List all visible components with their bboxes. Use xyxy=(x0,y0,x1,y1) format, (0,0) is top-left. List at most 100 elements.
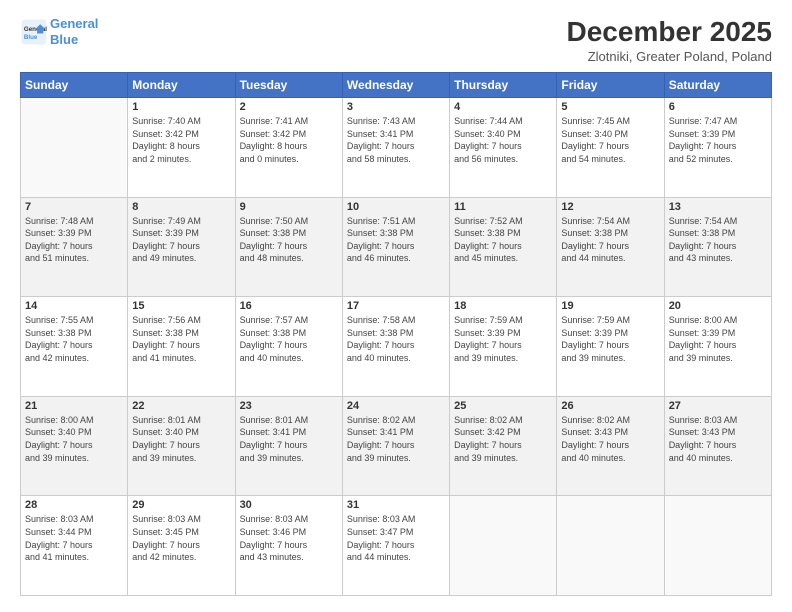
calendar-cell: 1 Sunrise: 7:40 AM Sunset: 3:42 PM Daylig… xyxy=(128,98,235,198)
calendar-cell: 23 Sunrise: 8:01 AM Sunset: 3:41 PM Dayli… xyxy=(235,396,342,496)
calendar-cell: 21 Sunrise: 8:00 AM Sunset: 3:40 PM Dayli… xyxy=(21,396,128,496)
day-info: Sunrise: 8:02 AM Sunset: 3:41 PM Dayligh… xyxy=(347,414,445,464)
calendar-cell: 11 Sunrise: 7:52 AM Sunset: 3:38 PM Dayli… xyxy=(450,197,557,297)
day-info: Sunrise: 8:03 AM Sunset: 3:45 PM Dayligh… xyxy=(132,513,230,563)
day-number: 10 xyxy=(347,201,445,213)
day-info: Sunrise: 7:45 AM Sunset: 3:40 PM Dayligh… xyxy=(561,115,659,165)
day-info: Sunrise: 7:52 AM Sunset: 3:38 PM Dayligh… xyxy=(454,215,552,265)
day-info: Sunrise: 7:54 AM Sunset: 3:38 PM Dayligh… xyxy=(669,215,767,265)
col-sunday: Sunday xyxy=(21,73,128,98)
day-number: 27 xyxy=(669,400,767,412)
day-info: Sunrise: 7:54 AM Sunset: 3:38 PM Dayligh… xyxy=(561,215,659,265)
calendar-cell: 28 Sunrise: 8:03 AM Sunset: 3:44 PM Dayli… xyxy=(21,496,128,596)
calendar-cell: 22 Sunrise: 8:01 AM Sunset: 3:40 PM Dayli… xyxy=(128,396,235,496)
calendar-cell: 29 Sunrise: 8:03 AM Sunset: 3:45 PM Dayli… xyxy=(128,496,235,596)
calendar-cell: 8 Sunrise: 7:49 AM Sunset: 3:39 PM Daylig… xyxy=(128,197,235,297)
day-number: 18 xyxy=(454,300,552,312)
calendar-cell: 13 Sunrise: 7:54 AM Sunset: 3:38 PM Dayli… xyxy=(664,197,771,297)
col-wednesday: Wednesday xyxy=(342,73,449,98)
calendar-cell xyxy=(450,496,557,596)
day-number: 13 xyxy=(669,201,767,213)
calendar-cell: 17 Sunrise: 7:58 AM Sunset: 3:38 PM Dayli… xyxy=(342,297,449,397)
day-number: 17 xyxy=(347,300,445,312)
calendar-week-row: 7Sunrise: 7:48 AM Sunset: 3:39 PM Daylig… xyxy=(21,197,772,297)
day-info: Sunrise: 8:01 AM Sunset: 3:40 PM Dayligh… xyxy=(132,414,230,464)
day-number: 16 xyxy=(240,300,338,312)
day-number: 9 xyxy=(240,201,338,213)
col-friday: Friday xyxy=(557,73,664,98)
day-number: 22 xyxy=(132,400,230,412)
calendar-cell: 27 Sunrise: 8:03 AM Sunset: 3:43 PM Dayli… xyxy=(664,396,771,496)
calendar-week-row: 1 Sunrise: 7:40 AM Sunset: 3:42 PM Daylig… xyxy=(21,98,772,198)
svg-text:General: General xyxy=(24,26,47,33)
col-tuesday: Tuesday xyxy=(235,73,342,98)
calendar-cell: 10 Sunrise: 7:51 AM Sunset: 3:38 PM Dayli… xyxy=(342,197,449,297)
day-info: Sunrise: 7:40 AM Sunset: 3:42 PM Dayligh… xyxy=(132,115,230,165)
calendar-cell: 3Sunrise: 7:43 AM Sunset: 3:41 PM Daylig… xyxy=(342,98,449,198)
calendar-cell: 19Sunrise: 7:59 AM Sunset: 3:39 PM Dayli… xyxy=(557,297,664,397)
calendar-week-row: 28 Sunrise: 8:03 AM Sunset: 3:44 PM Dayli… xyxy=(21,496,772,596)
day-number: 23 xyxy=(240,400,338,412)
day-number: 7 xyxy=(25,201,123,213)
day-info: Sunrise: 7:58 AM Sunset: 3:38 PM Dayligh… xyxy=(347,314,445,364)
day-number: 28 xyxy=(25,499,123,511)
day-number: 26 xyxy=(561,400,659,412)
day-number: 1 xyxy=(132,101,230,113)
day-info: Sunrise: 7:56 AM Sunset: 3:38 PM Dayligh… xyxy=(132,314,230,364)
col-thursday: Thursday xyxy=(450,73,557,98)
day-number: 31 xyxy=(347,499,445,511)
day-number: 24 xyxy=(347,400,445,412)
day-info: Sunrise: 8:03 AM Sunset: 3:47 PM Dayligh… xyxy=(347,513,445,563)
day-info: Sunrise: 7:57 AM Sunset: 3:38 PM Dayligh… xyxy=(240,314,338,364)
day-number: 8 xyxy=(132,201,230,213)
calendar-cell: 12Sunrise: 7:54 AM Sunset: 3:38 PM Dayli… xyxy=(557,197,664,297)
day-number: 6 xyxy=(669,101,767,113)
calendar-cell xyxy=(21,98,128,198)
calendar-cell: 9 Sunrise: 7:50 AM Sunset: 3:38 PM Daylig… xyxy=(235,197,342,297)
day-number: 19 xyxy=(561,300,659,312)
day-info: Sunrise: 7:44 AM Sunset: 3:40 PM Dayligh… xyxy=(454,115,552,165)
day-number: 29 xyxy=(132,499,230,511)
day-info: Sunrise: 8:03 AM Sunset: 3:44 PM Dayligh… xyxy=(25,513,123,563)
title-block: December 2025 Zlotniki, Greater Poland, … xyxy=(567,16,772,64)
calendar-cell: 31 Sunrise: 8:03 AM Sunset: 3:47 PM Dayli… xyxy=(342,496,449,596)
day-number: 11 xyxy=(454,201,552,213)
calendar-week-row: 14Sunrise: 7:55 AM Sunset: 3:38 PM Dayli… xyxy=(21,297,772,397)
day-number: 3 xyxy=(347,101,445,113)
calendar-cell: 2 Sunrise: 7:41 AM Sunset: 3:42 PM Daylig… xyxy=(235,98,342,198)
svg-text:Blue: Blue xyxy=(24,34,38,41)
calendar-cell: 26 Sunrise: 8:02 AM Sunset: 3:43 PM Dayli… xyxy=(557,396,664,496)
day-info: Sunrise: 8:02 AM Sunset: 3:43 PM Dayligh… xyxy=(561,414,659,464)
day-number: 25 xyxy=(454,400,552,412)
day-info: Sunrise: 8:00 AM Sunset: 3:39 PM Dayligh… xyxy=(669,314,767,364)
day-number: 2 xyxy=(240,101,338,113)
day-number: 30 xyxy=(240,499,338,511)
calendar-cell: 18Sunrise: 7:59 AM Sunset: 3:39 PM Dayli… xyxy=(450,297,557,397)
day-info: Sunrise: 7:49 AM Sunset: 3:39 PM Dayligh… xyxy=(132,215,230,265)
day-number: 14 xyxy=(25,300,123,312)
day-info: Sunrise: 7:50 AM Sunset: 3:38 PM Dayligh… xyxy=(240,215,338,265)
day-number: 15 xyxy=(132,300,230,312)
day-info: Sunrise: 8:01 AM Sunset: 3:41 PM Dayligh… xyxy=(240,414,338,464)
header: General Blue GeneralBlue December 2025 Z… xyxy=(20,16,772,64)
calendar-cell: 15 Sunrise: 7:56 AM Sunset: 3:38 PM Dayli… xyxy=(128,297,235,397)
calendar-cell: 5Sunrise: 7:45 AM Sunset: 3:40 PM Daylig… xyxy=(557,98,664,198)
day-info: Sunrise: 8:03 AM Sunset: 3:43 PM Dayligh… xyxy=(669,414,767,464)
logo-icon: General Blue xyxy=(20,18,48,46)
calendar-cell: 25 Sunrise: 8:02 AM Sunset: 3:42 PM Dayli… xyxy=(450,396,557,496)
calendar-cell: 30 Sunrise: 8:03 AM Sunset: 3:46 PM Dayli… xyxy=(235,496,342,596)
calendar-cell: 14Sunrise: 7:55 AM Sunset: 3:38 PM Dayli… xyxy=(21,297,128,397)
day-info: Sunrise: 8:03 AM Sunset: 3:46 PM Dayligh… xyxy=(240,513,338,563)
day-info: Sunrise: 8:02 AM Sunset: 3:42 PM Dayligh… xyxy=(454,414,552,464)
calendar-table: Sunday Monday Tuesday Wednesday Thursday… xyxy=(20,72,772,596)
col-monday: Monday xyxy=(128,73,235,98)
logo-text: GeneralBlue xyxy=(50,16,98,47)
day-info: Sunrise: 7:41 AM Sunset: 3:42 PM Dayligh… xyxy=(240,115,338,165)
day-number: 21 xyxy=(25,400,123,412)
day-info: Sunrise: 7:47 AM Sunset: 3:39 PM Dayligh… xyxy=(669,115,767,165)
calendar-cell: 4Sunrise: 7:44 AM Sunset: 3:40 PM Daylig… xyxy=(450,98,557,198)
day-info: Sunrise: 7:51 AM Sunset: 3:38 PM Dayligh… xyxy=(347,215,445,265)
day-info: Sunrise: 8:00 AM Sunset: 3:40 PM Dayligh… xyxy=(25,414,123,464)
page: General Blue GeneralBlue December 2025 Z… xyxy=(0,0,792,612)
calendar-cell: 16 Sunrise: 7:57 AM Sunset: 3:38 PM Dayli… xyxy=(235,297,342,397)
